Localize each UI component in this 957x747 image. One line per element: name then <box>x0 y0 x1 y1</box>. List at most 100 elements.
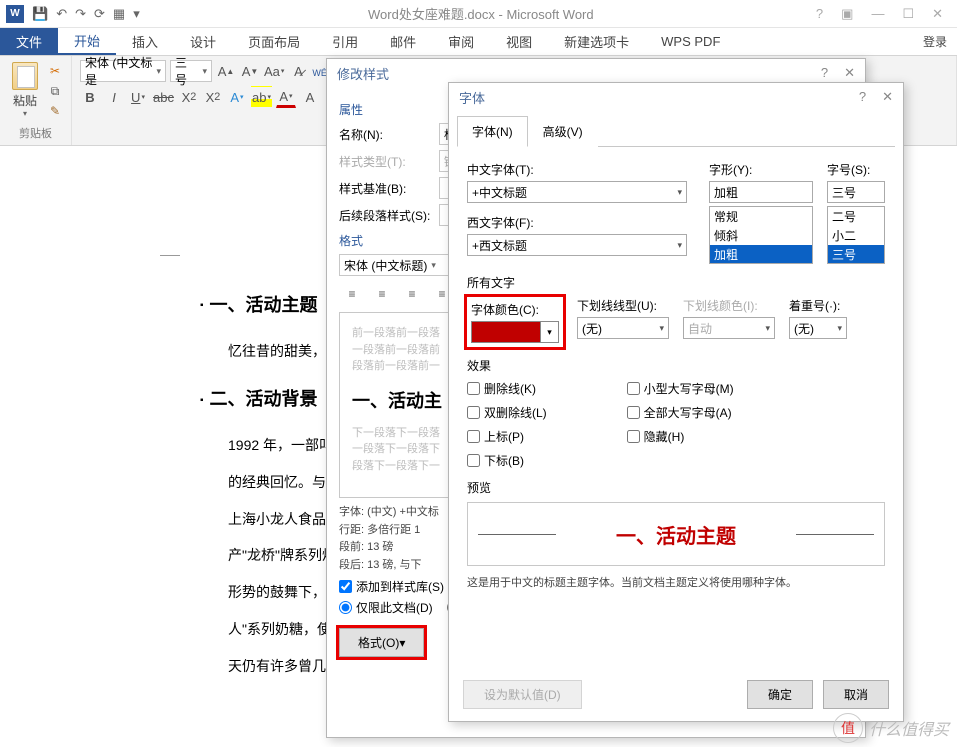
select-underline[interactable]: (无)▾ <box>577 317 669 339</box>
close-icon[interactable]: ✕ <box>882 89 893 105</box>
dialog-font: 字体 ?✕ 字体(N) 高级(V) 中文字体(T): +中文标题▾ 西文字体(F… <box>448 82 904 722</box>
checkbox-hidden[interactable]: 隐藏(H) <box>627 428 734 445</box>
set-default-button: 设为默认值(D) <box>463 680 582 709</box>
label-style: 字形(Y): <box>709 161 813 178</box>
tab-layout[interactable]: 页面布局 <box>232 28 316 55</box>
paste-button[interactable]: 粘贴 ▾ <box>8 60 42 120</box>
paste-icon <box>12 62 38 90</box>
grow-font-icon[interactable]: A▲ <box>216 60 236 82</box>
input-style[interactable]: 加粗 <box>709 181 813 203</box>
tab-wps[interactable]: WPS PDF <box>645 28 736 55</box>
checkbox-superscript[interactable]: 上标(P) <box>467 428 547 445</box>
close-icon[interactable]: ✕ <box>844 65 855 81</box>
tab-newtab[interactable]: 新建选项卡 <box>548 28 645 55</box>
document-title: Word处女座难题.docx - Microsoft Word <box>146 4 816 23</box>
help-icon[interactable]: ? <box>821 65 828 81</box>
checkbox-allcaps[interactable]: 全部大写字母(A) <box>627 404 734 421</box>
watermark-badge-icon: 值 <box>833 713 863 743</box>
titlebar: W 💾 ↶ ↷ ⟳ ▦ ▾ Word处女座难题.docx - Microsoft… <box>0 0 957 28</box>
word-icon: W <box>6 5 24 23</box>
label-underline-color: 下划线颜色(I): <box>683 297 775 314</box>
tab-view[interactable]: 视图 <box>490 28 548 55</box>
change-case-icon[interactable]: Aa▾ <box>264 60 284 82</box>
refresh-icon[interactable]: ⟳ <box>94 6 105 22</box>
window-controls: ? ▣ — ☐ ✕ <box>816 6 957 22</box>
preview-hint: 这是用于中文的标题主题字体。当前文档主题定义将使用哪种字体。 <box>467 574 885 590</box>
input-size[interactable]: 三号 <box>827 181 885 203</box>
font-tabs: 字体(N) 高级(V) <box>457 115 895 147</box>
paste-label: 粘贴 <box>13 92 37 109</box>
ribbon-options-icon[interactable]: ▣ <box>841 6 853 22</box>
undo-icon[interactable]: ↶ <box>56 6 67 22</box>
help-icon[interactable]: ? <box>816 6 823 22</box>
select-cn-font[interactable]: +中文标题▾ <box>467 181 687 203</box>
section-preview: 预览 <box>467 479 885 496</box>
superscript-button[interactable]: X2 <box>203 86 223 108</box>
checkbox-dstrike[interactable]: 双删除线(L) <box>467 404 547 421</box>
watermark: 值 什么值得买 <box>833 713 949 743</box>
tab-mail[interactable]: 邮件 <box>374 28 432 55</box>
grid-icon[interactable]: ▦ <box>113 6 125 22</box>
tab-review[interactable]: 审阅 <box>432 28 490 55</box>
label-emphasis: 着重号(·): <box>789 297 847 314</box>
format-button[interactable]: 格式(O)▾ <box>339 628 424 657</box>
label-name: 名称(N): <box>339 126 439 143</box>
quick-access-toolbar: W 💾 ↶ ↷ ⟳ ▦ ▾ <box>0 5 146 23</box>
tab-advanced[interactable]: 高级(V) <box>528 116 598 147</box>
select-emphasis[interactable]: (无)▾ <box>789 317 847 339</box>
list-size[interactable]: 二号 小二 三号 <box>827 206 885 264</box>
section-all-text: 所有文字 <box>467 274 885 291</box>
label-font-color: 字体颜色(C): <box>471 301 559 318</box>
ok-button[interactable]: 确定 <box>747 680 813 709</box>
text-effects-icon[interactable]: A▾ <box>227 86 247 108</box>
clear-format-icon[interactable]: A̷ <box>288 60 308 82</box>
tab-references[interactable]: 引用 <box>316 28 374 55</box>
list-style[interactable]: 常规 倾斜 加粗 <box>709 206 813 264</box>
login-link[interactable]: 登录 <box>913 28 957 55</box>
char-shading-icon[interactable]: A <box>300 86 320 108</box>
close-icon[interactable]: ✕ <box>932 6 943 22</box>
label-style-type: 样式类型(T): <box>339 153 439 170</box>
shrink-font-icon[interactable]: A▼ <box>240 60 260 82</box>
redo-icon[interactable]: ↷ <box>75 6 86 22</box>
copy-icon[interactable]: ⧉ <box>46 82 64 100</box>
select-font-color[interactable]: ▾ <box>471 321 559 343</box>
checkbox-smallcaps[interactable]: 小型大写字母(M) <box>627 380 734 397</box>
underline-button[interactable]: U▾ <box>128 86 148 108</box>
label-underline: 下划线线型(U): <box>577 297 669 314</box>
align-center-icon[interactable]: ≡ <box>369 282 395 306</box>
select-underline-color: 自动▾ <box>683 317 775 339</box>
tab-home[interactable]: 开始 <box>58 28 116 55</box>
qat-dropdown-icon[interactable]: ▾ <box>133 6 140 22</box>
minimize-icon[interactable]: — <box>871 6 884 22</box>
tab-font[interactable]: 字体(N) <box>457 116 528 147</box>
font-name-combo[interactable]: 宋体 (中文标是▾ <box>80 60 166 82</box>
group-clipboard: 粘贴 ▾ ✂ ⧉ ✎ 剪贴板 <box>0 56 72 145</box>
format-painter-icon[interactable]: ✎ <box>46 102 64 120</box>
cut-icon[interactable]: ✂ <box>46 62 64 80</box>
help-icon[interactable]: ? <box>859 89 866 105</box>
label-en-font: 西文字体(F): <box>467 214 695 231</box>
label-size: 字号(S): <box>827 161 885 178</box>
strike-button[interactable]: abc <box>152 86 175 108</box>
tab-design[interactable]: 设计 <box>174 28 232 55</box>
font-size-combo[interactable]: 三号▾ <box>170 60 212 82</box>
align-left-icon[interactable]: ≡ <box>339 282 365 306</box>
save-icon[interactable]: 💾 <box>32 6 48 22</box>
tab-insert[interactable]: 插入 <box>116 28 174 55</box>
maximize-icon[interactable]: ☐ <box>902 6 914 22</box>
tab-file[interactable]: 文件 <box>0 28 58 55</box>
dialog-title: 字体 ?✕ <box>449 83 903 111</box>
subscript-button[interactable]: X2 <box>179 86 199 108</box>
cancel-button[interactable]: 取消 <box>823 680 889 709</box>
checkbox-subscript[interactable]: 下标(B) <box>467 452 547 469</box>
checkbox-strike[interactable]: 删除线(K) <box>467 380 547 397</box>
select-en-font[interactable]: +西文标题▾ <box>467 234 687 256</box>
italic-button[interactable]: I <box>104 86 124 108</box>
highlight-icon[interactable]: ab▾ <box>251 86 272 108</box>
font-color-icon[interactable]: A▾ <box>276 86 296 108</box>
font-preview: 一、活动主题 <box>467 502 885 566</box>
bold-button[interactable]: B <box>80 86 100 108</box>
align-right-icon[interactable]: ≡ <box>399 282 425 306</box>
section-effects: 效果 <box>467 357 885 374</box>
